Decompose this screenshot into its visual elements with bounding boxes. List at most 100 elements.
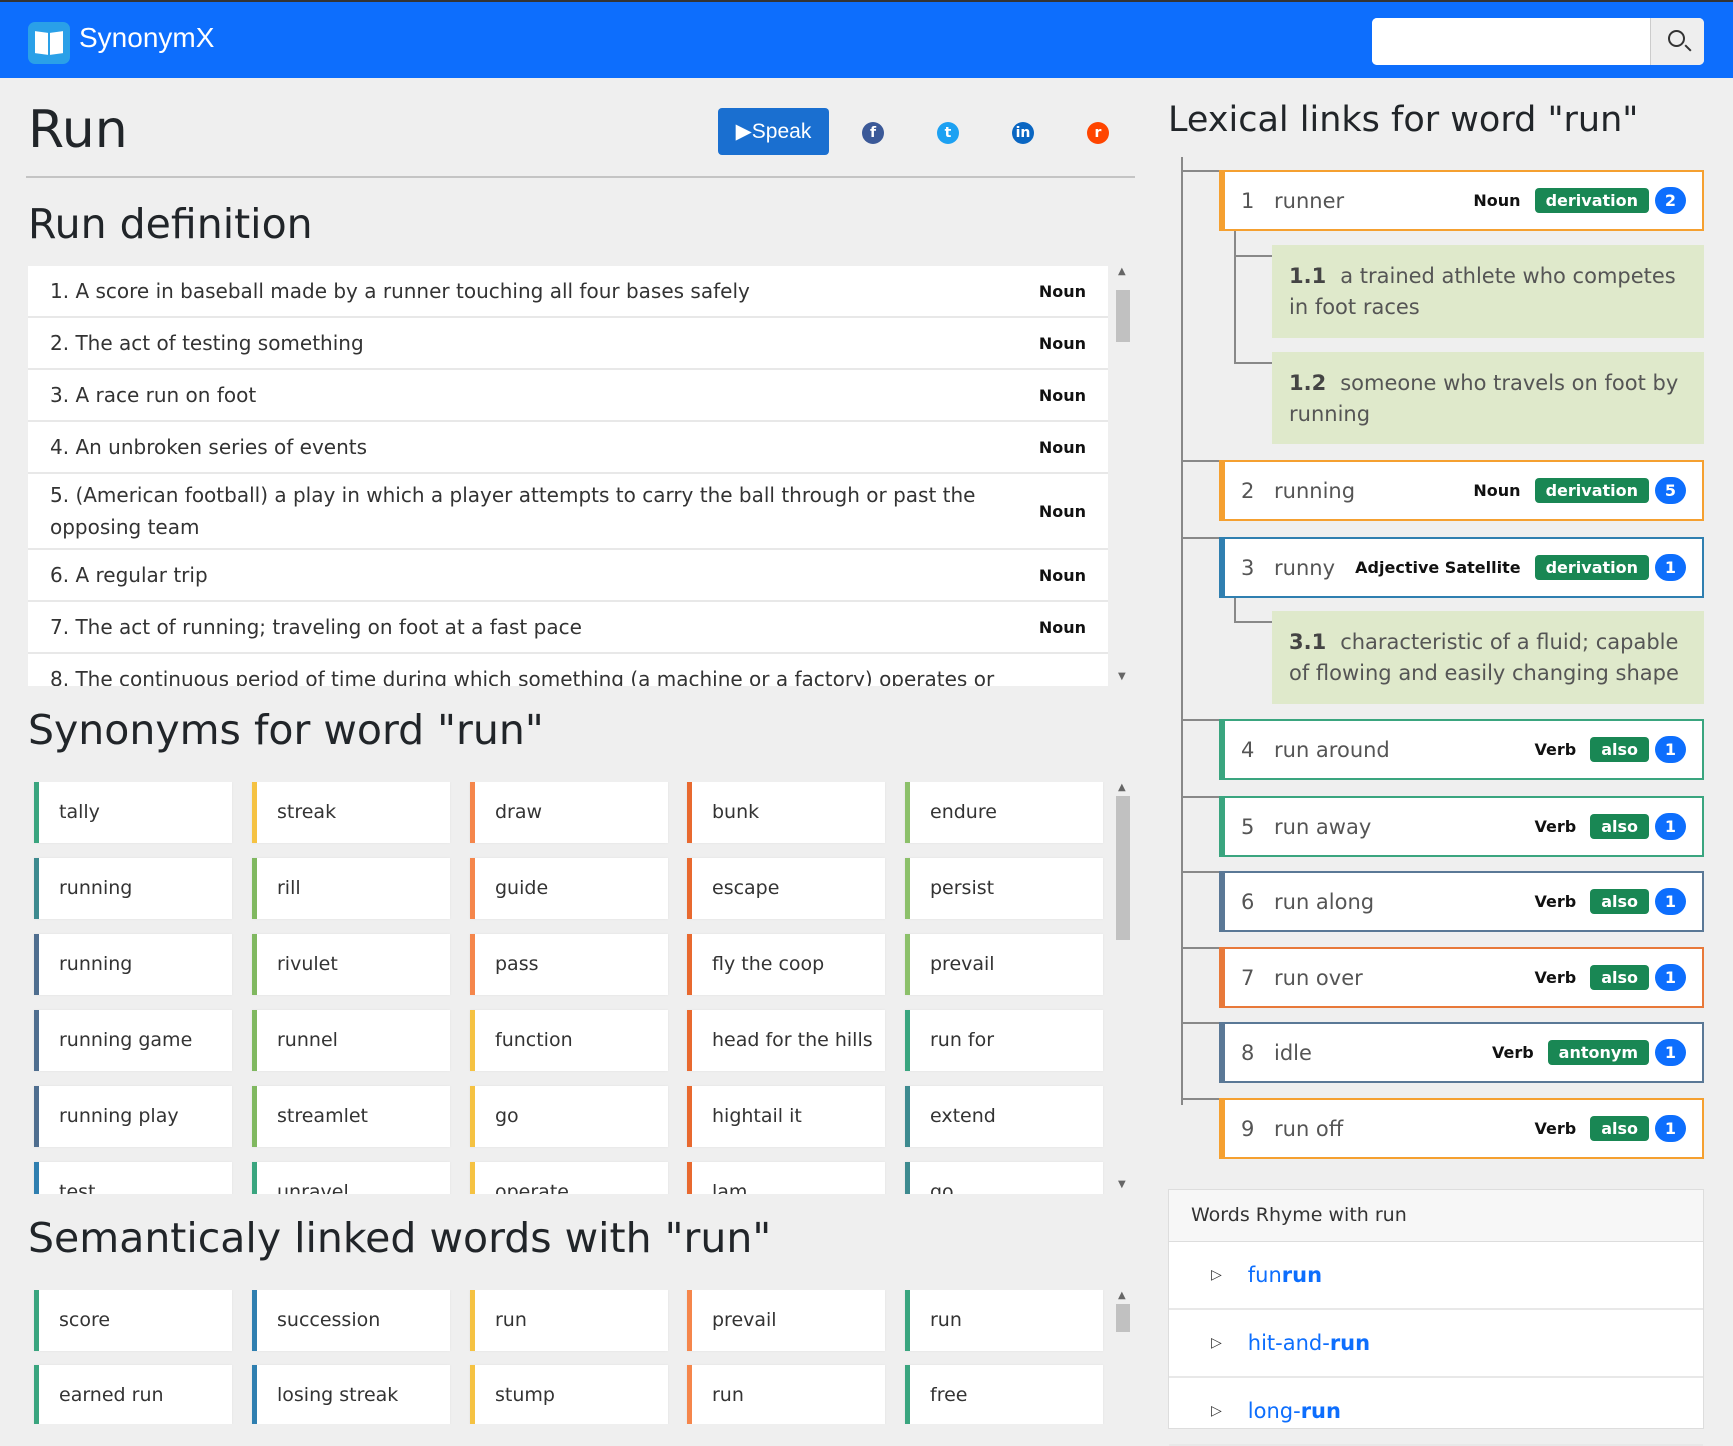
lexical-link-item[interactable]: 4 run around Verb also 1 [1219, 719, 1704, 780]
synonyms-word-card[interactable]: rill [252, 858, 450, 919]
synonyms-word-card[interactable]: running game [34, 1010, 232, 1071]
part-of-speech-badge: Noun [1473, 191, 1521, 210]
linked-word[interactable]: runner [1274, 189, 1473, 213]
part-of-speech-badge: Verb [1534, 817, 1577, 836]
rhyme-link[interactable]: long-run [1248, 1399, 1341, 1423]
tree-branch [1181, 871, 1219, 873]
linked-word[interactable]: runny [1274, 556, 1355, 580]
definition-text: 2. The act of testing something [50, 331, 364, 355]
synonyms-word-card[interactable]: streak [252, 782, 450, 843]
synonyms-word-card[interactable]: persist [905, 858, 1103, 919]
definitions-list: 1. A score in baseball made by a runner … [28, 266, 1108, 686]
linked-word[interactable]: run along [1274, 890, 1535, 914]
rhyme-link[interactable]: funrun [1248, 1263, 1322, 1287]
facebook-icon[interactable]: f [862, 122, 884, 144]
synonyms-word-card[interactable]: lam [687, 1162, 885, 1194]
synonyms-word-card[interactable]: tally [34, 782, 232, 843]
rhyme-suffix: run [1329, 1331, 1371, 1355]
synonyms-grid: tally streak draw bunk endure running rill guid… [28, 782, 1108, 1194]
definition-row: 4. An unbroken series of events Noun [28, 422, 1108, 474]
item-number: 9 [1241, 1116, 1255, 1141]
book-logo-icon[interactable] [28, 22, 70, 64]
synonyms-word-card[interactable]: escape [687, 858, 885, 919]
definition-text: 4. An unbroken series of events [50, 435, 368, 459]
synonyms-word-card[interactable]: hightail it [687, 1086, 885, 1147]
semantic-word-card[interactable]: earned run [34, 1365, 232, 1424]
linked-word[interactable]: running [1274, 479, 1473, 503]
relation-badge: also [1590, 889, 1649, 914]
tree-branch [1234, 362, 1272, 364]
synonyms-word-card[interactable]: run for [905, 1010, 1103, 1071]
top-navbar: SynonymX [0, 0, 1733, 78]
definition-row: 5. (American football) a play in which a… [28, 474, 1108, 550]
synonyms-scrollbar[interactable]: ▲ ▼ [1114, 782, 1132, 1194]
semantic-word-card[interactable]: run [687, 1365, 885, 1424]
search-button[interactable] [1650, 18, 1704, 65]
synonyms-word-card[interactable]: streamlet [252, 1086, 450, 1147]
rhyme-link[interactable]: hit-and-run [1248, 1331, 1370, 1355]
semantic-scrollbar[interactable]: ▲ [1114, 1290, 1132, 1424]
lexical-link-item[interactable]: 2 running Noun derivation 5 [1219, 460, 1704, 521]
definitions-heading: Run definition [28, 200, 313, 248]
linkedin-icon[interactable]: in [1012, 122, 1034, 144]
synonyms-word-card[interactable]: head for the hills [687, 1010, 885, 1071]
synonyms-word-card[interactable]: extend [905, 1086, 1103, 1147]
semantic-word-card[interactable]: free [905, 1365, 1103, 1424]
synonyms-word-card[interactable]: guide [470, 858, 668, 919]
speak-button[interactable]: ▶Speak [718, 108, 829, 155]
synonyms-word-card[interactable]: running [34, 858, 232, 919]
semantic-word-card[interactable]: succession [252, 1290, 450, 1351]
synonyms-word-card[interactable]: fly the coop [687, 934, 885, 995]
semantic-word-card[interactable]: run [470, 1290, 668, 1351]
synonyms-word-card[interactable]: endure [905, 782, 1103, 843]
synonyms-word-card[interactable]: pass [470, 934, 668, 995]
lexical-link-item[interactable]: 1 runner Noun derivation 2 [1219, 170, 1704, 231]
synonyms-word-card[interactable]: go [470, 1086, 668, 1147]
definition-row: 7. The act of running; traveling on foot… [28, 602, 1108, 654]
linked-word[interactable]: run around [1274, 738, 1535, 762]
relation-badge: also [1590, 814, 1649, 839]
part-of-speech-badge: Verb [1534, 1119, 1577, 1138]
search-input[interactable] [1372, 18, 1650, 65]
semantic-word-card[interactable]: losing streak [252, 1365, 450, 1424]
reddit-icon[interactable]: r [1087, 122, 1109, 144]
synonyms-word-card[interactable]: function [470, 1010, 668, 1071]
synonyms-word-card[interactable]: runnel [252, 1010, 450, 1071]
synonyms-word-card[interactable]: running play [34, 1086, 232, 1147]
lexical-link-item[interactable]: 9 run off Verb also 1 [1219, 1098, 1704, 1159]
lexical-link-item[interactable]: 5 run away Verb also 1 [1219, 796, 1704, 857]
semantic-word-card[interactable]: run [905, 1290, 1103, 1351]
part-of-speech-badge: Noun [1038, 565, 1086, 585]
relation-badge: derivation [1534, 555, 1649, 580]
synonyms-word-card[interactable]: go [905, 1162, 1103, 1194]
synonyms-word-card[interactable]: bunk [687, 782, 885, 843]
part-of-speech-badge: Noun [1038, 333, 1086, 353]
sense-item: 1.2 someone who travels on foot by runnin… [1272, 352, 1704, 444]
lexical-link-item[interactable]: 8 idle Verb antonym 1 [1219, 1022, 1704, 1083]
semantic-word-card[interactable]: score [34, 1290, 232, 1351]
lexical-link-item[interactable]: 3 runny Adjective Satellite derivation 1 [1219, 537, 1704, 598]
part-of-speech-badge: Adjective Satellite [1355, 558, 1521, 577]
brand-name[interactable]: SynonymX [79, 22, 214, 54]
synonyms-word-card[interactable]: operate [470, 1162, 668, 1194]
semantic-heading: Semanticaly linked words with "run" [28, 1214, 772, 1262]
linked-word[interactable]: run off [1274, 1117, 1535, 1141]
rhyme-suffix: run [1300, 1399, 1341, 1423]
semantic-word-card[interactable]: prevail [687, 1290, 885, 1351]
synonyms-word-card[interactable]: draw [470, 782, 668, 843]
synonyms-word-card[interactable]: test [34, 1162, 232, 1194]
definitions-scrollbar[interactable]: ▲ ▼ [1114, 266, 1132, 686]
synonyms-word-card[interactable]: unravel [252, 1162, 450, 1194]
lexical-link-item[interactable]: 7 run over Verb also 1 [1219, 947, 1704, 1008]
linked-word[interactable]: run away [1274, 815, 1535, 839]
semantic-word-card[interactable]: stump [470, 1365, 668, 1424]
synonyms-word-card[interactable]: prevail [905, 934, 1103, 995]
linked-word[interactable]: idle [1274, 1041, 1492, 1065]
lexical-link-item[interactable]: 6 run along Verb also 1 [1219, 871, 1704, 932]
item-number: 7 [1241, 965, 1255, 990]
twitter-icon[interactable]: t [937, 122, 959, 144]
sense-text: characteristic of a fluid; capable of fl… [1289, 630, 1679, 685]
linked-word[interactable]: run over [1274, 966, 1535, 990]
synonyms-word-card[interactable]: rivulet [252, 934, 450, 995]
synonyms-word-card[interactable]: running [34, 934, 232, 995]
